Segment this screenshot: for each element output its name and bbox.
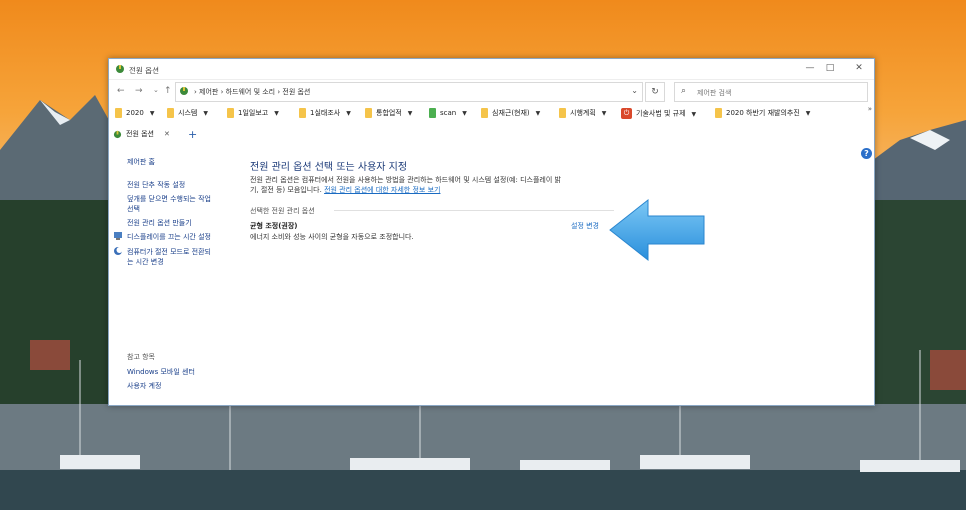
chevron-down-icon: ▼ — [203, 110, 208, 117]
main-content: 전원 관리 옵션 선택 또는 사용자 지정 전원 관리 옵션은 컴퓨터에서 전원… — [250, 151, 874, 405]
help-icon[interactable]: ? — [861, 148, 872, 159]
new-tab-button[interactable]: + — [188, 128, 197, 141]
folder-icon — [365, 108, 372, 118]
power-options-icon — [116, 65, 124, 73]
folder-icon — [559, 108, 566, 118]
power-icon: ⏻ — [621, 108, 632, 119]
tab-label: 전원 옵션 — [126, 130, 154, 138]
bookmark-folder[interactable]: 시행계획 ▼ — [559, 108, 606, 122]
divider — [334, 210, 614, 211]
bookmark-folder[interactable]: ⏻ 기술사법 및 규제 ▼ — [621, 108, 696, 122]
sidebar-item-user-accounts[interactable]: 사용자 계정 — [127, 381, 161, 391]
maximize-button[interactable]: □ — [822, 63, 838, 73]
up-arrow-icon[interactable]: ↑ — [164, 86, 172, 96]
folder-icon — [299, 108, 306, 118]
plan-description: 에너지 소비와 성능 사이의 균형을 자동으로 조정합니다. — [250, 233, 414, 241]
chevron-down-icon: ▼ — [691, 110, 697, 118]
sidebar-item-sleep-cont[interactable]: 는 시간 변경 — [127, 257, 164, 267]
search-input[interactable]: ⌕ 제어판 검색 — [674, 82, 868, 102]
chevron-down-icon: ▼ — [274, 110, 279, 117]
folder-icon — [481, 108, 488, 118]
more-bookmarks-icon[interactable]: » — [868, 105, 872, 113]
search-placeholder: 제어판 검색 — [697, 89, 732, 97]
sidebar-item-display-off[interactable]: 디스플레이를 끄는 시간 설정 — [127, 232, 211, 242]
address-bar[interactable]: › 제어판 › 하드웨어 및 소리 › 전원 옵션 ⌄ — [175, 82, 643, 102]
window-title: 전원 옵션 — [129, 66, 159, 75]
minimize-button[interactable]: — — [802, 63, 818, 73]
address-dropdown-icon[interactable]: ⌄ — [631, 86, 638, 95]
tab-power-options[interactable]: 전원 옵션 ✕ — [113, 129, 170, 143]
sidebar-item-lid-close-cont[interactable]: 선택 — [127, 204, 140, 214]
bookmark-folder[interactable]: 시스템 ▼ — [167, 108, 208, 122]
see-also-header: 참고 항목 — [127, 353, 155, 361]
chevron-down-icon: ▼ — [535, 110, 541, 117]
power-options-window: 전원 옵션 — □ ✕ ← → ⌄ ↑ › 제어판 › 하드웨어 및 소리 › … — [108, 58, 875, 406]
address-row: ← → ⌄ ↑ › 제어판 › 하드웨어 및 소리 › 전원 옵션 ⌄ ↻ ⌕ … — [109, 80, 874, 102]
close-icon[interactable]: ✕ — [164, 130, 170, 138]
folder-icon — [167, 108, 174, 118]
breadcrumb[interactable]: › 제어판 › 하드웨어 및 소리 › 전원 옵션 — [194, 87, 310, 97]
description: 전원 관리 옵션은 컴퓨터에서 전원을 사용하는 방법을 관리하는 하드웨어 및… — [250, 175, 634, 195]
back-arrow-icon[interactable]: ← — [117, 86, 125, 96]
bookmark-folder[interactable]: 2020 ▼ — [115, 108, 154, 122]
chevron-down-icon: ▼ — [149, 110, 155, 117]
tab-row: 전원 옵션 ✕ + — [109, 127, 874, 145]
bookmarks-bar: 2020 ▼ 시스템 ▼ 1일일보고 ▼ 1실태조사 ▼ 통합업적 ▼ scan ▼ 심재근… — [109, 105, 874, 125]
chevron-down-icon: ▼ — [462, 110, 467, 117]
change-settings-link[interactable]: 설정 변경 — [571, 221, 599, 231]
forward-arrow-icon[interactable]: → — [135, 86, 143, 96]
bookmark-folder[interactable]: 심재근(현재) ▼ — [481, 108, 540, 122]
more-info-link[interactable]: 전원 관리 옵션에 대한 자세한 정보 보기 — [324, 186, 440, 194]
sidebar-item-home[interactable]: 제어판 홈 — [127, 157, 155, 167]
sidebar-item-power-button[interactable]: 전원 단추 작동 설정 — [127, 180, 185, 190]
chevron-down-icon: ▼ — [805, 110, 811, 117]
scan-icon — [429, 108, 436, 118]
bookmark-folder[interactable]: 1일일보고 ▼ — [227, 108, 279, 122]
bookmark-folder[interactable]: 1실태조사 ▼ — [299, 108, 351, 122]
chevron-down-icon: ▼ — [407, 110, 413, 117]
display-icon — [114, 232, 122, 240]
recent-dropdown-icon[interactable]: ⌄ — [153, 86, 159, 94]
refresh-button[interactable]: ↻ — [645, 82, 665, 102]
sidebar-item-sleep[interactable]: 컴퓨터가 절전 모드로 전환되 — [127, 247, 211, 257]
chevron-down-icon: ▼ — [346, 110, 351, 117]
close-button[interactable]: ✕ — [851, 63, 867, 73]
search-icon: ⌕ — [681, 86, 687, 96]
description-text-2: 기, 절전 등) 모음입니다. — [250, 186, 322, 194]
folder-icon — [115, 108, 122, 118]
bookmark-folder[interactable]: scan ▼ — [429, 108, 467, 122]
sidebar-item-create-plan[interactable]: 전원 관리 옵션 만들기 — [127, 218, 192, 228]
folder-icon — [227, 108, 234, 118]
title-bar: 전원 옵션 — □ ✕ — [109, 59, 874, 80]
sleep-moon-icon — [114, 247, 123, 255]
chevron-down-icon: ▼ — [601, 110, 607, 117]
sidebar: 제어판 홈 전원 단추 작동 설정 덮개를 닫으면 수행되는 작업 선택 전원 … — [109, 151, 239, 405]
sidebar-item-mobility-center[interactable]: Windows 모바일 센터 — [127, 367, 195, 377]
page-title: 전원 관리 옵션 선택 또는 사용자 지정 — [250, 162, 408, 173]
description-text-1: 전원 관리 옵션은 컴퓨터에서 전원을 사용하는 방법을 관리하는 하드웨어 및… — [250, 176, 561, 184]
bookmark-folder[interactable]: 통합업적 ▼ — [365, 108, 412, 122]
power-options-icon — [113, 130, 122, 138]
section-header: 선택한 전원 관리 옵션 — [250, 207, 315, 215]
sidebar-item-lid-close[interactable]: 덮개를 닫으면 수행되는 작업 — [127, 194, 211, 204]
control-panel-icon — [180, 87, 188, 95]
left-arrow-annotation — [609, 198, 705, 262]
plan-name: 균형 조정(권장) — [250, 222, 298, 230]
folder-icon — [715, 108, 722, 118]
bookmark-folder[interactable]: 2020 하반기 재발의추진 ▼ — [715, 108, 810, 122]
